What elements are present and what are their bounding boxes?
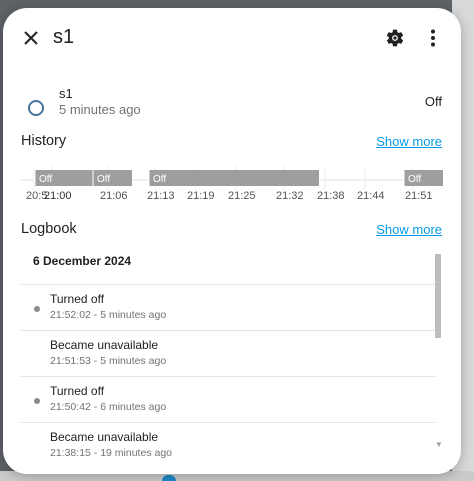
logbook-entry[interactable]: Turned off 21:52:02 - 5 minutes ago: [21, 284, 435, 331]
logbook-scrollbar[interactable]: ▼: [435, 254, 443, 454]
gear-icon: [386, 29, 404, 47]
timeline-tick-label: 21:13: [147, 190, 175, 202]
dots-vertical-icon: [431, 29, 435, 47]
timeline-tick-label: 21:25: [228, 190, 256, 202]
entity-state: Off: [424, 94, 442, 109]
scrollbar-thumb[interactable]: [435, 254, 441, 338]
background-indicator: [162, 475, 176, 481]
state-dot-icon: [34, 306, 40, 312]
logbook-entry-time: 21:52:02 - 5 minutes ago: [50, 309, 167, 321]
logbook-entry-message: Became unavailable: [50, 430, 159, 444]
logbook-entry-time: 21:38:15 - 19 minutes ago: [50, 447, 173, 459]
history-timeline[interactable]: Off Off Off Off 20:5 21:00 21:06 21:13 21:19 21:…: [21, 156, 443, 208]
logbook-entry-message: Became unavailable: [50, 338, 159, 352]
logbook-list[interactable]: 6 December 2024 Turned off 21:52:02 - 5 …: [21, 244, 435, 474]
state-dot-icon: [34, 398, 40, 404]
logbook-show-more-link[interactable]: Show more: [376, 222, 442, 237]
timeline-chart: Off Off Off Off: [21, 166, 443, 190]
logbook-entry-time: 21:51:53 - 5 minutes ago: [50, 355, 167, 367]
entity-last-changed: 5 minutes ago: [59, 102, 141, 117]
close-button[interactable]: [13, 20, 49, 56]
logbook-entry[interactable]: Turned off 21:50:42 - 6 minutes ago: [21, 376, 435, 423]
timeline-tick-label: 21:38: [317, 190, 345, 202]
timeline-segment-label: Off: [97, 174, 110, 185]
history-heading: History: [21, 133, 67, 149]
dialog-title: s1: [53, 26, 75, 48]
logbook-entry[interactable]: Became unavailable 21:51:53 - 5 minutes …: [21, 330, 435, 377]
history-show-more-link[interactable]: Show more: [376, 134, 442, 149]
timeline-tick-label: 21:00: [44, 190, 72, 202]
logbook-entry-time: 21:50:42 - 6 minutes ago: [50, 401, 167, 413]
logbook-heading: Logbook: [21, 221, 77, 237]
timeline-segment-label: Off: [153, 174, 166, 185]
timeline-segment-label: Off: [39, 174, 52, 185]
entity-name: s1: [59, 86, 73, 101]
timeline-tick-label: 21:32: [276, 190, 304, 202]
entity-state-row[interactable]: s1 5 minutes ago Off: [3, 86, 461, 126]
logbook-entry[interactable]: Became unavailable 21:38:15 - 19 minutes…: [21, 422, 435, 469]
more-info-dialog: s1 s1 5 minutes ago Off History Show mor…: [3, 8, 461, 474]
circle-outline-icon: [28, 100, 44, 116]
close-icon: [24, 31, 38, 45]
settings-button[interactable]: [377, 20, 413, 56]
logbook-entry-message: Turned off: [50, 384, 105, 398]
timeline-tick-label: 21:19: [187, 190, 215, 202]
timeline-segment-label: Off: [408, 174, 421, 185]
timeline-tick-label: 21:44: [357, 190, 385, 202]
logbook-date-header: 6 December 2024: [33, 254, 132, 268]
scroll-down-arrow-icon[interactable]: ▼: [435, 440, 443, 449]
timeline-tick-label: 21:51: [405, 190, 433, 202]
logbook-entry-message: Turned off: [50, 292, 105, 306]
timeline-tick-label: 21:06: [100, 190, 128, 202]
timeline-segment[interactable]: [149, 170, 319, 186]
dialog-header: s1: [3, 8, 461, 68]
more-options-button[interactable]: [415, 20, 451, 56]
